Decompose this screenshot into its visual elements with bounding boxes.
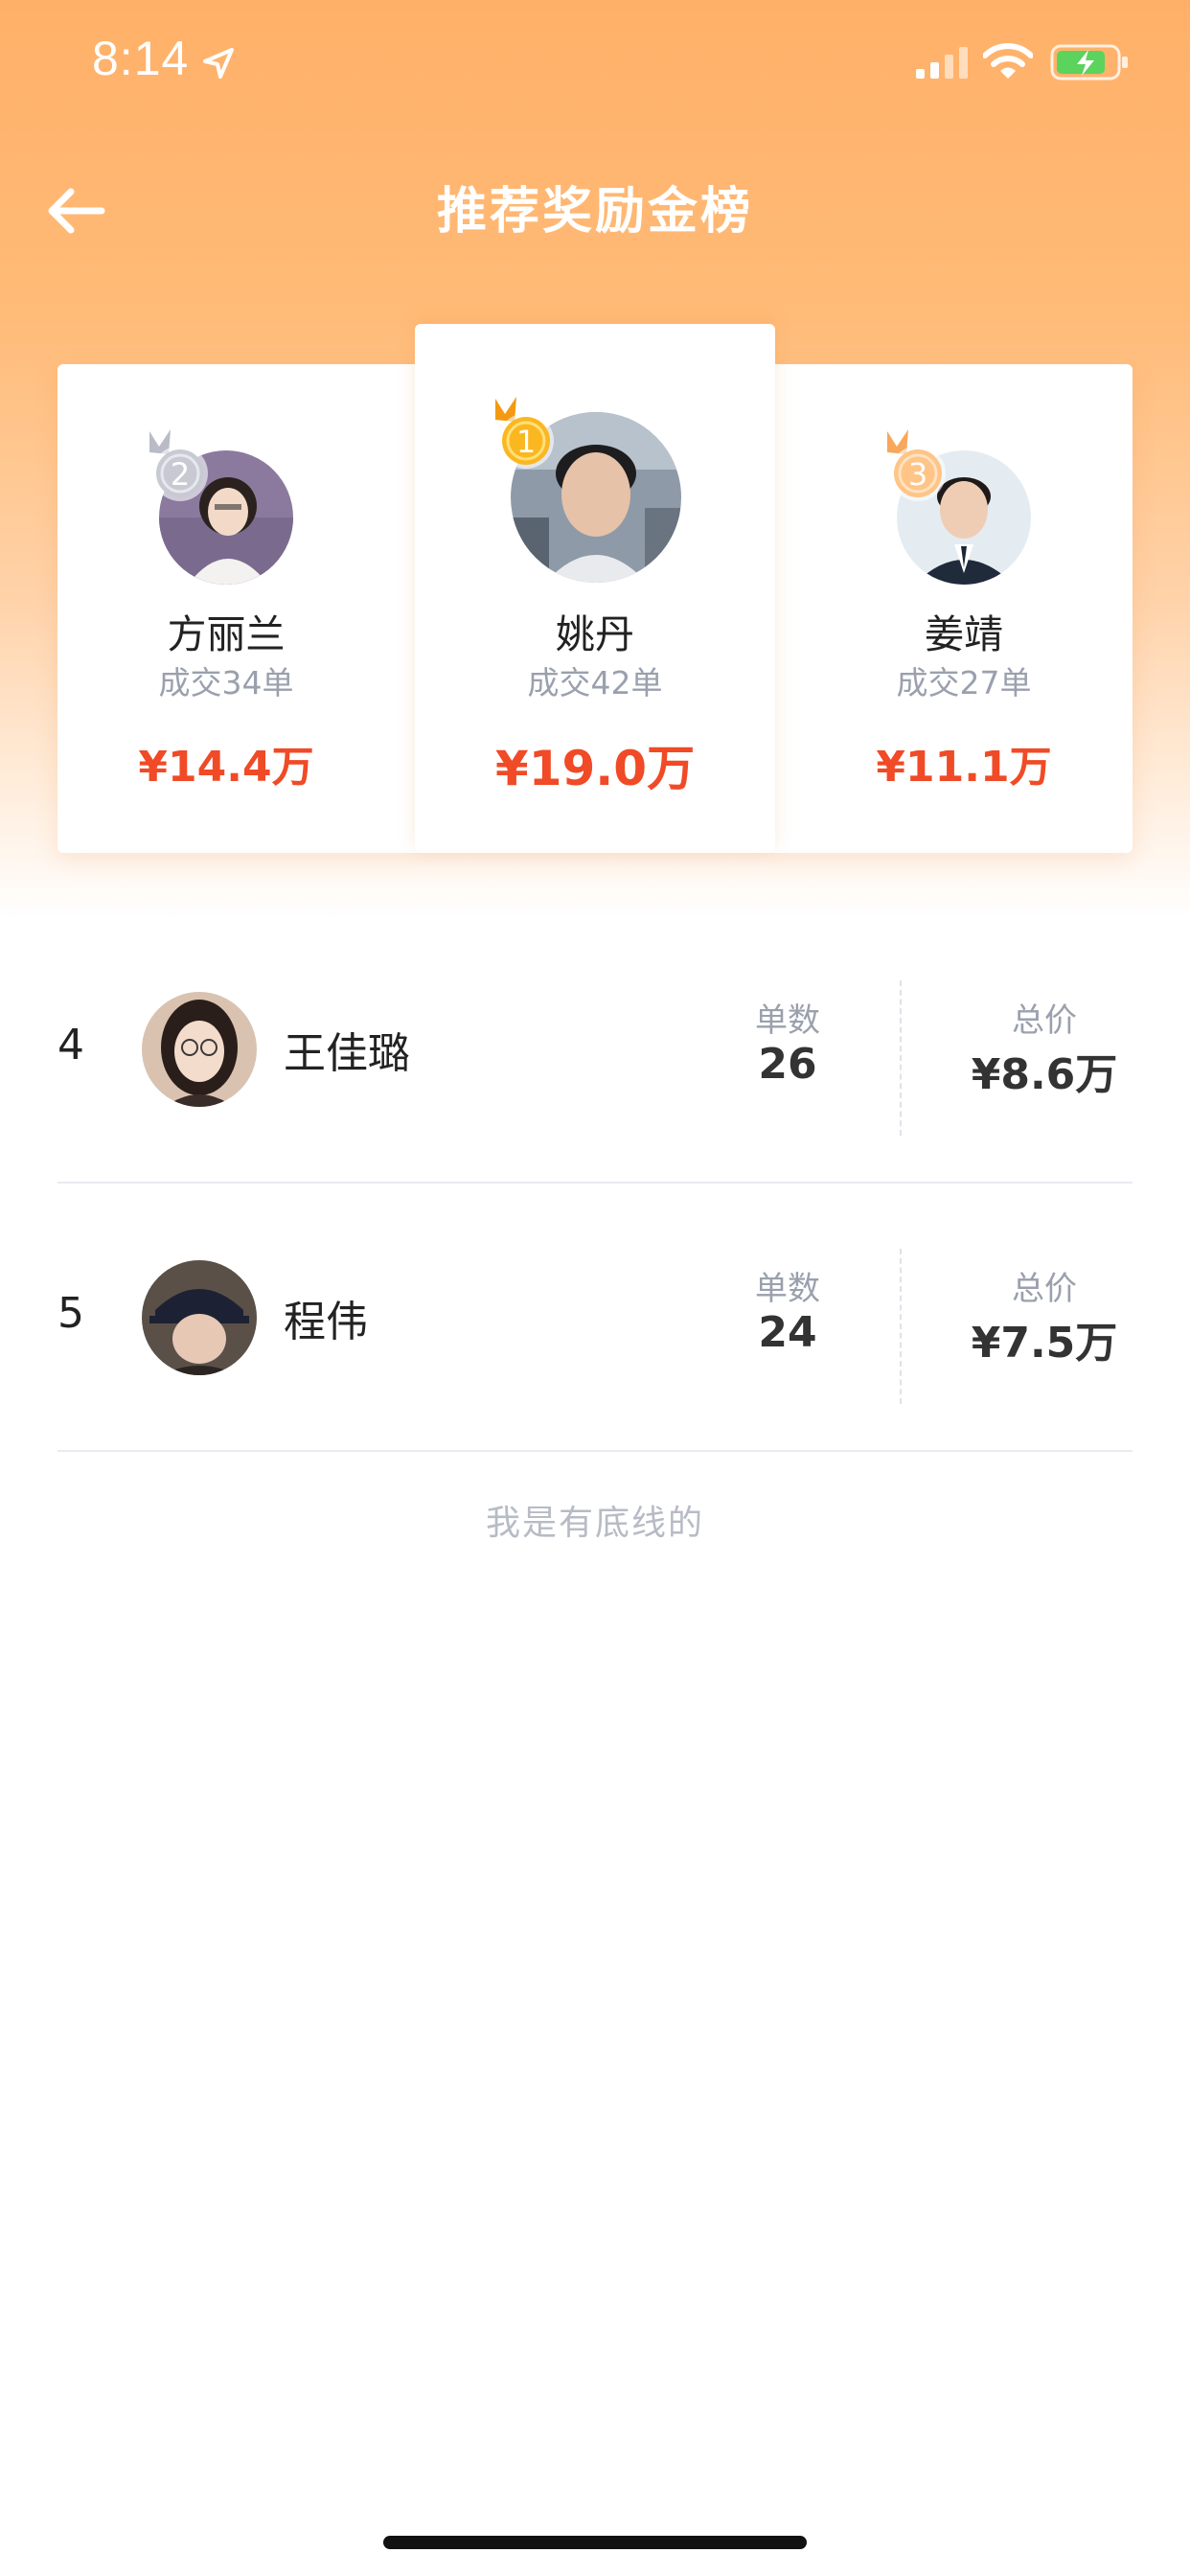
column-divider — [900, 980, 902, 1136]
total-value: ¥8.6万 — [971, 1050, 1118, 1099]
count-label: 单数 — [755, 1270, 820, 1308]
rank-number: 4 — [57, 1021, 84, 1070]
battery-charging-icon — [1050, 44, 1128, 80]
total-value: ¥7.5万 — [971, 1319, 1118, 1368]
location-arrow-icon — [203, 48, 234, 79]
podium-name: 姜靖 — [925, 611, 1003, 657]
status-bar: 8:14 — [0, 0, 1190, 125]
total-label: 总价 — [1012, 1001, 1077, 1040]
total-label: 总价 — [1012, 1270, 1077, 1308]
count-label: 单数 — [755, 1001, 820, 1040]
podium-entry-rank-3[interactable]: 3 姜靖 成交27单 ¥11.1万 — [784, 364, 1144, 843]
podium-entry-rank-1[interactable]: 1 姚丹 成交42单 ¥19.0万 — [415, 324, 775, 841]
podium-entry-rank-2[interactable]: 2 方丽兰 成交34单 ¥14.4万 — [46, 364, 406, 843]
status-time: 8:14 — [92, 32, 190, 85]
end-of-list-text: 我是有底线的 — [485, 1504, 704, 1543]
user-name: 程伟 — [284, 1298, 368, 1346]
page-title: 推荐奖励金榜 — [436, 183, 753, 241]
count-value: 26 — [758, 1040, 817, 1089]
avatar — [142, 1260, 257, 1375]
cellular-signal-icon — [916, 47, 968, 79]
list-item[interactable]: 5 程伟 单数 24 总价 ¥7.5万 — [57, 1184, 1133, 1452]
count-value: 24 — [758, 1308, 817, 1357]
podium-deal-count: 成交27单 — [896, 664, 1032, 702]
podium-name: 方丽兰 — [167, 611, 286, 657]
podium-amount: ¥11.1万 — [876, 743, 1052, 792]
column-divider — [900, 1249, 902, 1404]
medal-rank-number: 1 — [515, 424, 537, 460]
user-name: 王佳璐 — [284, 1029, 410, 1078]
medal-rank-number: 3 — [907, 456, 928, 493]
row-divider — [57, 1450, 1133, 1452]
home-indicator[interactable] — [383, 2536, 807, 2549]
podium-name: 姚丹 — [556, 611, 634, 657]
medal-rank-number: 2 — [170, 456, 191, 493]
podium-deal-count: 成交42单 — [527, 664, 663, 702]
wifi-icon — [983, 43, 1033, 79]
podium-amount: ¥14.4万 — [138, 743, 314, 792]
podium-amount: ¥19.0万 — [494, 741, 696, 796]
rank-number: 5 — [57, 1289, 84, 1338]
avatar — [142, 992, 257, 1107]
list-item[interactable]: 4 王佳璐 单数 26 总价 ¥8.6万 — [57, 915, 1133, 1184]
podium-deal-count: 成交34单 — [158, 664, 294, 702]
